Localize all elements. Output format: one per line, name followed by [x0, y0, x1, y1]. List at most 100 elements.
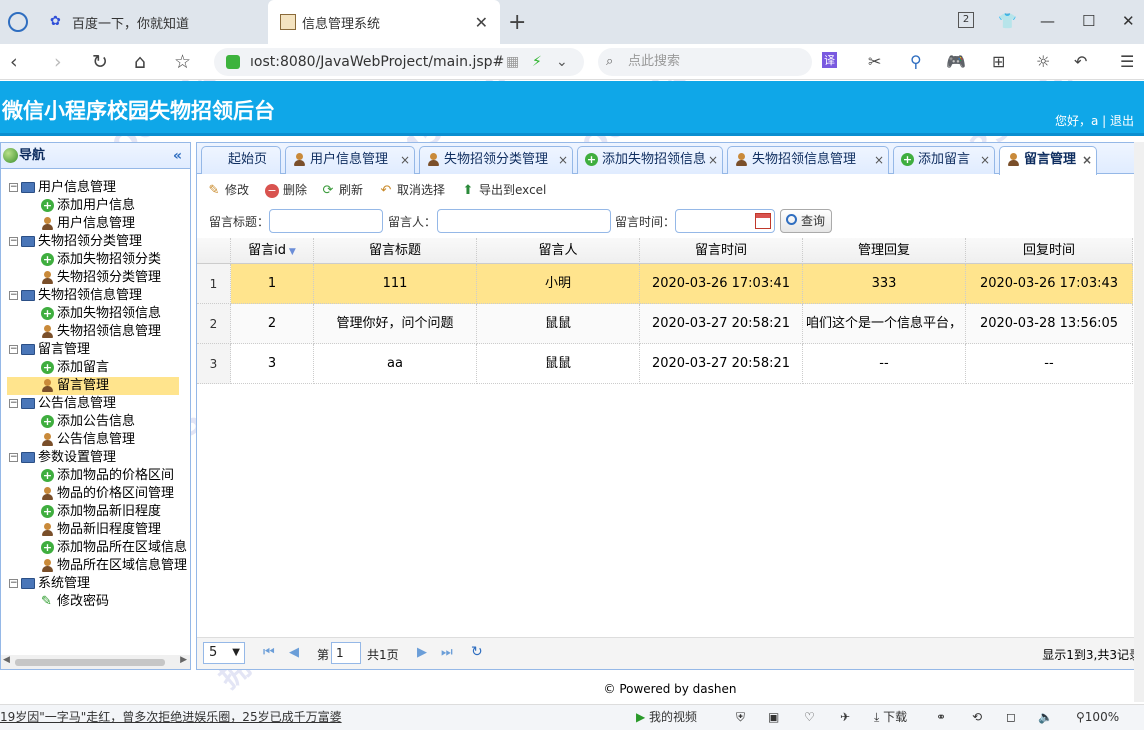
content-tab[interactable]: + 添加失物招领信息 × — [577, 146, 723, 174]
content-tab[interactable]: 用户信息管理 × — [285, 146, 415, 174]
content-tab[interactable]: 失物招领分类管理 × — [419, 146, 573, 174]
apps-icon[interactable]: ⊞ — [992, 52, 1005, 71]
content-tab[interactable]: 起始页 — [201, 146, 281, 174]
export-excel-button[interactable]: ⬆ 导出到excel — [461, 181, 547, 199]
plane-icon[interactable]: ✈ — [840, 705, 850, 729]
browser-search-input[interactable]: ⌕ 点此搜索 — [598, 48, 812, 76]
nav-item[interactable]: 失物招领分类管理 — [41, 269, 161, 287]
close-tab-icon[interactable]: × — [708, 147, 718, 173]
edit-button[interactable]: ✎ 修改 — [207, 181, 249, 199]
content-tab[interactable]: + 添加留言 × — [893, 146, 995, 174]
column-header[interactable]: 留言标题 — [314, 238, 477, 264]
collapse-toggle-icon[interactable]: − — [9, 399, 18, 408]
title-input[interactable] — [269, 209, 383, 233]
translate-icon[interactable]: 译 — [822, 52, 837, 68]
author-input[interactable] — [437, 209, 611, 233]
column-header[interactable]: 管理回复 — [803, 238, 966, 264]
collapse-toggle-icon[interactable]: − — [9, 345, 18, 354]
delete-button[interactable]: − 删除 — [265, 181, 307, 199]
page-number-input[interactable]: 1 — [331, 642, 361, 664]
scroll-right-icon[interactable]: ▶ — [180, 655, 187, 665]
prev-page-icon[interactable]: ◀ — [289, 645, 299, 660]
browser-tab-active[interactable]: 信息管理系统 ✕ — [268, 0, 500, 44]
close-tab-icon[interactable]: × — [1082, 147, 1092, 173]
nav-item[interactable]: + 添加用户信息 — [41, 197, 135, 215]
scissors-icon[interactable]: ✂ — [868, 52, 881, 71]
last-page-icon[interactable]: ⏭ — [441, 645, 453, 660]
nav-item[interactable]: + 添加公告信息 — [41, 413, 135, 431]
nav-group[interactable]: − 用户信息管理 — [9, 179, 116, 197]
nav-item[interactable]: ✎ 修改密码 — [41, 593, 109, 611]
nav-group[interactable]: − 公告信息管理 — [9, 395, 116, 413]
url-field[interactable]: ıost:8080/JavaWebProject/main.jsp# ▦ ⚡ ⌄ — [214, 48, 584, 76]
news-link[interactable]: 19岁因"一字马"走红，曾多次拒绝进娱乐圈，25岁已成千万富婆 — [0, 705, 342, 729]
nav-item[interactable]: 物品新旧程度管理 — [41, 521, 161, 539]
link-icon[interactable]: ⚭ — [936, 705, 946, 729]
nav-item[interactable]: + 添加失物招领分类 — [41, 251, 161, 269]
zoom-control[interactable]: ⚲100% — [1076, 705, 1119, 729]
brightness-icon[interactable]: ☼ — [1036, 52, 1050, 71]
grid-icon[interactable]: ▦ — [506, 48, 519, 76]
forward-icon[interactable]: › — [54, 51, 62, 73]
close-window-icon[interactable]: ✕ — [1122, 12, 1135, 30]
nav-group[interactable]: − 系统管理 — [9, 575, 90, 593]
nav-group[interactable]: − 失物招领分类管理 — [9, 233, 142, 251]
my-video-button[interactable]: ▶ 我的视频 — [636, 705, 697, 729]
maximize-icon[interactable]: ☐ — [1082, 12, 1095, 30]
calendar-icon[interactable] — [755, 213, 771, 229]
page-scrollbar[interactable] — [1134, 142, 1144, 702]
collapse-toggle-icon[interactable]: − — [9, 453, 18, 462]
content-tab[interactable]: 留言管理 × — [999, 146, 1097, 175]
nav-group[interactable]: − 参数设置管理 — [9, 449, 116, 467]
deselect-button[interactable]: ↶ 取消选择 — [379, 181, 445, 199]
content-tab[interactable]: 失物招领信息管理 × — [727, 146, 889, 174]
nav-item[interactable]: 公告信息管理 — [41, 431, 135, 449]
nav-item[interactable]: + 添加物品的价格区间 — [41, 467, 174, 485]
close-tab-icon[interactable]: ✕ — [475, 13, 488, 32]
nav-item[interactable]: + 添加留言 — [41, 359, 109, 377]
query-button[interactable]: 查询 — [780, 209, 832, 233]
nav-item[interactable]: 物品的价格区间管理 — [41, 485, 174, 503]
window-icon[interactable]: ◻ — [1006, 705, 1016, 729]
next-page-icon[interactable]: ▶ — [417, 645, 427, 660]
nav-item[interactable]: + 添加失物招领信息 — [41, 305, 161, 323]
column-header[interactable]: 留言id ▼ — [231, 238, 314, 264]
close-tab-icon[interactable]: × — [558, 147, 568, 173]
nav-item[interactable]: + 添加物品所在区域信息 — [41, 539, 187, 557]
collapse-toggle-icon[interactable]: − — [9, 183, 18, 192]
scroll-left-icon[interactable]: ◀ — [3, 655, 10, 665]
gamepad-icon[interactable]: 🎮 — [946, 52, 966, 71]
scrollbar-thumb[interactable] — [15, 659, 165, 666]
minimize-icon[interactable]: — — [1040, 12, 1055, 30]
shirt-icon[interactable]: 👕 — [998, 12, 1017, 30]
tab-count-badge[interactable]: 2 — [958, 12, 974, 28]
back-icon[interactable]: ‹ — [10, 51, 18, 73]
undo-icon[interactable]: ↶ — [1074, 52, 1087, 71]
new-tab-icon[interactable]: + — [508, 10, 526, 35]
first-page-icon[interactable]: ⏮ — [263, 645, 275, 660]
collapse-toggle-icon[interactable]: − — [9, 291, 18, 300]
lightning-icon[interactable]: ⚡ — [532, 48, 542, 76]
column-header[interactable]: 回复时间 — [966, 238, 1133, 264]
shield-icon[interactable]: ⛨ — [736, 705, 745, 729]
sync-icon[interactable]: ⟲ — [972, 705, 982, 729]
home-icon[interactable]: ⌂ — [134, 51, 146, 73]
star-icon[interactable]: ☆ — [174, 51, 191, 73]
user-greeting-logout[interactable]: 您好，a | 退出 — [1055, 112, 1134, 129]
close-tab-icon[interactable]: × — [980, 147, 990, 173]
browser-tab-baidu[interactable]: ✿ 百度一下，你就知道 — [0, 0, 268, 44]
heart-icon[interactable]: ♡ — [804, 705, 815, 729]
close-tab-icon[interactable]: × — [400, 147, 410, 173]
collapse-toggle-icon[interactable]: − — [9, 237, 18, 246]
refresh-icon[interactable]: ↻ — [471, 644, 483, 660]
nav-item[interactable]: + 添加物品新旧程度 — [41, 503, 161, 521]
column-header[interactable]: 留言时间 — [640, 238, 803, 264]
chevron-down-icon[interactable]: ⌄ — [556, 48, 568, 76]
volume-icon[interactable]: 🔈 — [1038, 705, 1053, 729]
download-button[interactable]: ⤓ 下载 — [874, 705, 907, 729]
collapse-toggle-icon[interactable]: − — [9, 579, 18, 588]
refresh-button[interactable]: ⟳ 刷新 — [321, 181, 363, 199]
reload-icon[interactable]: ↻ — [92, 51, 108, 73]
menu-icon[interactable]: ☰ — [1120, 52, 1134, 71]
column-header[interactable]: 留言人 — [477, 238, 640, 264]
